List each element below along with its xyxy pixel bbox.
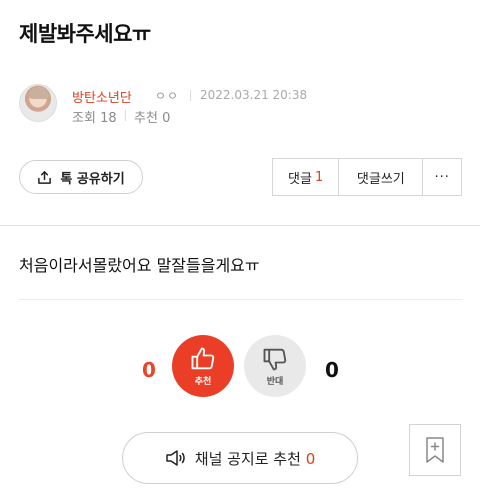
recommend-count-label: 추천 — [134, 111, 158, 126]
meta-divider — [190, 90, 191, 101]
view-count: 조회 18 — [72, 107, 117, 126]
upvote-button[interactable]: 추천 — [172, 335, 234, 397]
notice-count: 0 — [305, 449, 316, 468]
upvote-count: 0 — [142, 358, 156, 382]
comment-toolbar: 댓글 1 댓글쓰기 ··· — [272, 158, 462, 196]
author-name[interactable]: 방탄소년단 — [72, 87, 132, 106]
comments-button[interactable]: 댓글 1 — [273, 159, 340, 195]
recommend-count: 추천 0 — [134, 107, 170, 126]
thumbs-down-icon — [263, 348, 287, 371]
downvote-button[interactable]: 반대 — [244, 335, 306, 397]
bookmark-add-icon — [426, 437, 444, 463]
downvote-count: 0 — [325, 358, 339, 382]
view-count-value: 18 — [100, 111, 117, 126]
share-label: 톡 공유하기 — [60, 171, 125, 187]
megaphone-icon — [166, 450, 185, 466]
post-date: 2022.03.21 20:38 — [200, 88, 308, 102]
upvote-label: 추천 — [194, 377, 212, 387]
post-body: 처음이라서몰랐어요 말잘들을게요ㅠ — [19, 256, 260, 275]
bookmark-button[interactable] — [409, 424, 461, 476]
thumbs-up-icon — [191, 347, 215, 370]
recommend-to-notice-button[interactable]: 채널 공지로 추천 0 — [122, 432, 358, 484]
post-title: 제발봐주세요ㅠ — [19, 22, 151, 46]
author-avatar[interactable] — [19, 84, 57, 122]
comments-label: 댓글 — [288, 171, 312, 187]
write-comment-button[interactable]: 댓글쓰기 — [339, 159, 424, 195]
comments-count: 1 — [314, 169, 324, 185]
divider — [19, 299, 462, 300]
author-grade: ㅇㅇ — [155, 89, 180, 103]
share-button[interactable]: 톡 공유하기 — [19, 160, 143, 194]
more-options-button[interactable]: ··· — [423, 159, 461, 195]
notice-label: 채널 공지로 추천 — [194, 449, 301, 468]
meta-divider — [125, 110, 126, 121]
downvote-label: 반대 — [266, 377, 284, 387]
view-count-label: 조회 — [72, 111, 96, 126]
divider — [0, 225, 480, 226]
recommend-count-value: 0 — [162, 111, 171, 126]
share-icon — [38, 170, 52, 184]
